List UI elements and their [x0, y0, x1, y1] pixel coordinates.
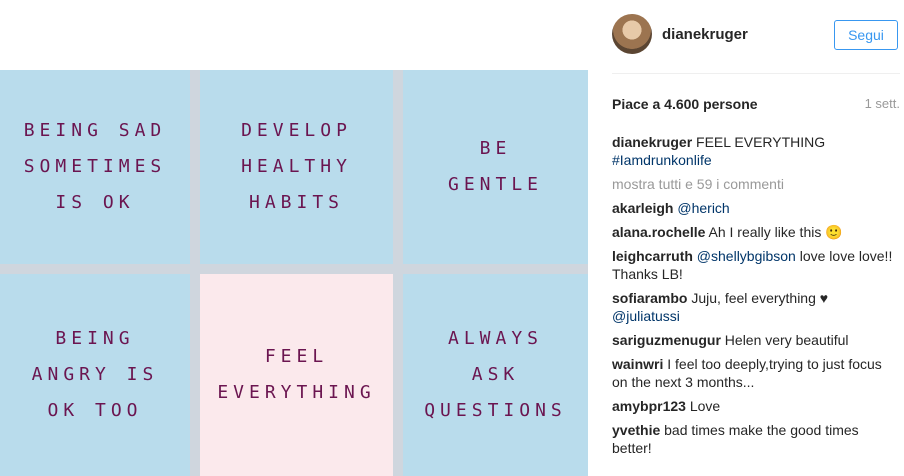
comment-user[interactable]: wainwri — [612, 356, 663, 372]
comment-text: Ah I really like this 🙂 — [708, 224, 843, 240]
sticky-note: ALWAYS ASK QUESTIONS — [403, 274, 588, 476]
likes-count[interactable]: Piace a 4.600 persone — [612, 96, 758, 112]
note-line: IS OK — [55, 192, 135, 213]
comment: akarleigh @herich — [612, 199, 900, 217]
note-line: QUESTIONS — [424, 400, 567, 421]
comment-user[interactable]: dianekruger — [612, 134, 692, 150]
note-line: OK TOO — [47, 400, 143, 421]
mention-link[interactable]: @shellybgibson — [697, 248, 796, 264]
sticky-note: FEEL EVERYTHING — [200, 274, 393, 476]
note-line: ASK — [471, 364, 520, 385]
comment: wainwri I feel too deeply,trying to just… — [612, 355, 900, 391]
comment: yvethie bad times make the good times be… — [612, 421, 900, 457]
note-line: FEEL — [264, 346, 329, 367]
show-all-comments-link[interactable]: mostra tutti e 59 i commenti — [612, 175, 900, 193]
note-line: ALWAYS — [447, 328, 544, 349]
note-line: BEING — [55, 328, 135, 349]
comment-user[interactable]: leighcarruth — [612, 248, 693, 264]
post-image[interactable]: BEING SAD SOMETIMES IS OK DEVELOP HEALTHY HA… — [0, 70, 588, 476]
note-line: EVERYTHING — [217, 382, 376, 403]
comment-user[interactable]: yvethie — [612, 422, 660, 438]
comment: amybpr123 Love — [612, 397, 900, 415]
comment: alana.rochelle Ah I really like this 🙂 — [612, 223, 900, 241]
sticky-note: BE GENTLE — [403, 70, 588, 264]
note-line: SOMETIMES — [23, 156, 167, 177]
post-sidebar: dianekruger Segui Piace a 4.600 persone … — [600, 0, 904, 476]
comment-text: Love — [689, 398, 721, 414]
sticky-note: BEING ANGRY IS OK TOO — [0, 274, 190, 476]
follow-button[interactable]: Segui — [834, 20, 898, 50]
hashtag-link[interactable]: #Iamdrunkonlife — [612, 152, 712, 168]
note-line: GENTLE — [447, 174, 544, 195]
divider — [612, 73, 900, 74]
comment: sariguzmenugur Helen very beautiful — [612, 331, 900, 349]
comment-user[interactable]: amybpr123 — [612, 398, 686, 414]
comment-user[interactable]: sariguzmenugur — [612, 332, 721, 348]
sticky-note: DEVELOP HEALTHY HABITS — [200, 70, 393, 264]
note-line: BE — [479, 138, 512, 159]
comments-list: dianekruger FEEL EVERYTHING #Iamdrunkonl… — [612, 133, 900, 463]
comment-text: Helen very beautiful — [724, 332, 849, 348]
comment-user[interactable]: alana.rochelle — [612, 224, 705, 240]
note-line: HABITS — [248, 192, 345, 213]
comment: sofiarambo Juju, feel everything ♥ @juli… — [612, 289, 900, 325]
caption-text: FEEL EVERYTHING — [696, 134, 826, 150]
comment-text: Juju, feel everything ♥ — [691, 290, 829, 306]
caption: dianekruger FEEL EVERYTHING #Iamdrunkonl… — [612, 133, 900, 169]
comment-user[interactable]: akarleigh — [612, 200, 673, 216]
note-line: BEING SAD — [23, 120, 167, 141]
comment-user[interactable]: sofiarambo — [612, 290, 687, 306]
note-line: DEVELOP — [241, 120, 352, 141]
note-line: ANGRY IS — [31, 364, 159, 385]
mention-link[interactable]: @juliatussi — [612, 308, 680, 324]
mention-link[interactable]: @herich — [677, 200, 729, 216]
comment: leighcarruth @shellybgibson love love lo… — [612, 247, 900, 283]
avatar[interactable] — [612, 14, 652, 54]
username-link[interactable]: dianekruger — [662, 26, 748, 43]
note-line: HEALTHY — [241, 156, 352, 177]
post-age[interactable]: 1 sett. — [865, 96, 900, 111]
sticky-note: BEING SAD SOMETIMES IS OK — [0, 70, 190, 264]
